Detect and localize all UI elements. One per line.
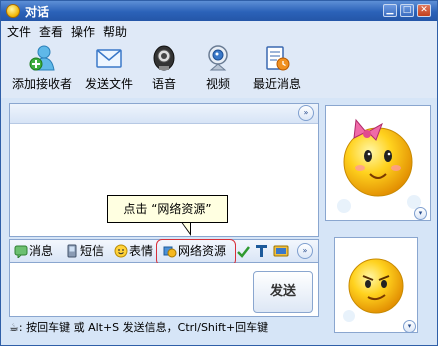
screen-capture-icon[interactable] xyxy=(273,244,289,258)
chat-window: 对话 ▁ □ ✕ 文件 查看 操作 帮助 添加接收者 发送文件 语音 视频 最近… xyxy=(0,0,438,346)
voice-label: 语音 xyxy=(151,77,176,91)
recent-messages-icon xyxy=(266,46,290,71)
emoticon-label: 表情 xyxy=(129,244,154,258)
maximize-button[interactable]: □ xyxy=(400,4,414,17)
history-header: » xyxy=(10,104,318,124)
web-resource-highlight xyxy=(156,239,236,266)
contact-avatar-dropdown[interactable]: ▾ xyxy=(414,207,427,220)
tooltip-pointer-fill xyxy=(182,222,190,233)
sms-label: 短信 xyxy=(80,244,105,258)
add-recipient-button[interactable]: 添加接收者 xyxy=(9,44,75,92)
send-hint-text: 按回车键 或 Alt+S 发送信息，Ctrl/Shift+回车键 xyxy=(26,321,269,334)
app-smiley-icon xyxy=(6,4,20,18)
title-bar[interactable]: 对话 ▁ □ ✕ xyxy=(1,1,437,21)
speaker-icon xyxy=(153,45,175,71)
add-recipient-label: 添加接收者 xyxy=(11,77,72,91)
message-tab[interactable]: 消息 xyxy=(14,243,53,261)
boy-smiley-icon xyxy=(343,258,404,322)
self-avatar-dropdown[interactable]: ▾ xyxy=(403,320,416,333)
envelope-icon xyxy=(96,49,122,68)
video-button[interactable]: 视频 xyxy=(201,44,235,92)
menu-bar: 文件 查看 操作 帮助 xyxy=(1,21,437,40)
self-avatar[interactable]: ▾ xyxy=(334,237,418,333)
menu-file[interactable]: 文件 xyxy=(7,23,31,40)
history-expand-button[interactable]: » xyxy=(298,105,314,121)
recent-messages-label: 最近消息 xyxy=(252,77,301,91)
tooltip: 点击 “网络资源” xyxy=(107,195,228,223)
sms-tab[interactable]: 短信 xyxy=(65,243,104,261)
video-label: 视频 xyxy=(205,77,230,91)
message-label: 消息 xyxy=(29,244,54,258)
window-title: 对话 xyxy=(25,5,50,19)
webcam-icon xyxy=(208,45,228,71)
menu-view[interactable]: 查看 xyxy=(39,23,63,40)
status-bar: ☕: 按回车键 或 Alt+S 发送信息，Ctrl/Shift+回车键 xyxy=(9,319,321,339)
send-button[interactable]: 发送 xyxy=(253,271,313,313)
sms-icon xyxy=(67,244,77,258)
emoticon-icon xyxy=(114,244,128,258)
font-icon[interactable] xyxy=(255,244,268,258)
send-file-label: 发送文件 xyxy=(84,77,133,91)
keyboard-hint-icon: ☕: xyxy=(9,321,27,334)
add-contact-icon xyxy=(29,45,55,71)
close-button[interactable]: ✕ xyxy=(417,4,431,17)
contact-avatar[interactable]: ▾ xyxy=(325,105,431,221)
main-toolbar: 添加接收者 发送文件 语音 视频 最近消息 xyxy=(1,40,437,98)
recent-messages-button[interactable]: 最近消息 xyxy=(249,44,305,92)
voice-button[interactable]: 语音 xyxy=(147,44,181,92)
send-file-button[interactable]: 发送文件 xyxy=(81,44,137,92)
emoticon-tab[interactable]: 表情 xyxy=(114,243,153,261)
input-toolbar-more-button[interactable]: » xyxy=(297,243,313,259)
minimize-button[interactable]: ▁ xyxy=(383,4,397,17)
menu-help[interactable]: 帮助 xyxy=(103,23,127,40)
girl-smiley-icon xyxy=(337,118,421,213)
message-icon xyxy=(14,245,28,258)
menu-actions[interactable]: 操作 xyxy=(71,23,95,40)
checkmark-icon[interactable] xyxy=(237,245,250,258)
